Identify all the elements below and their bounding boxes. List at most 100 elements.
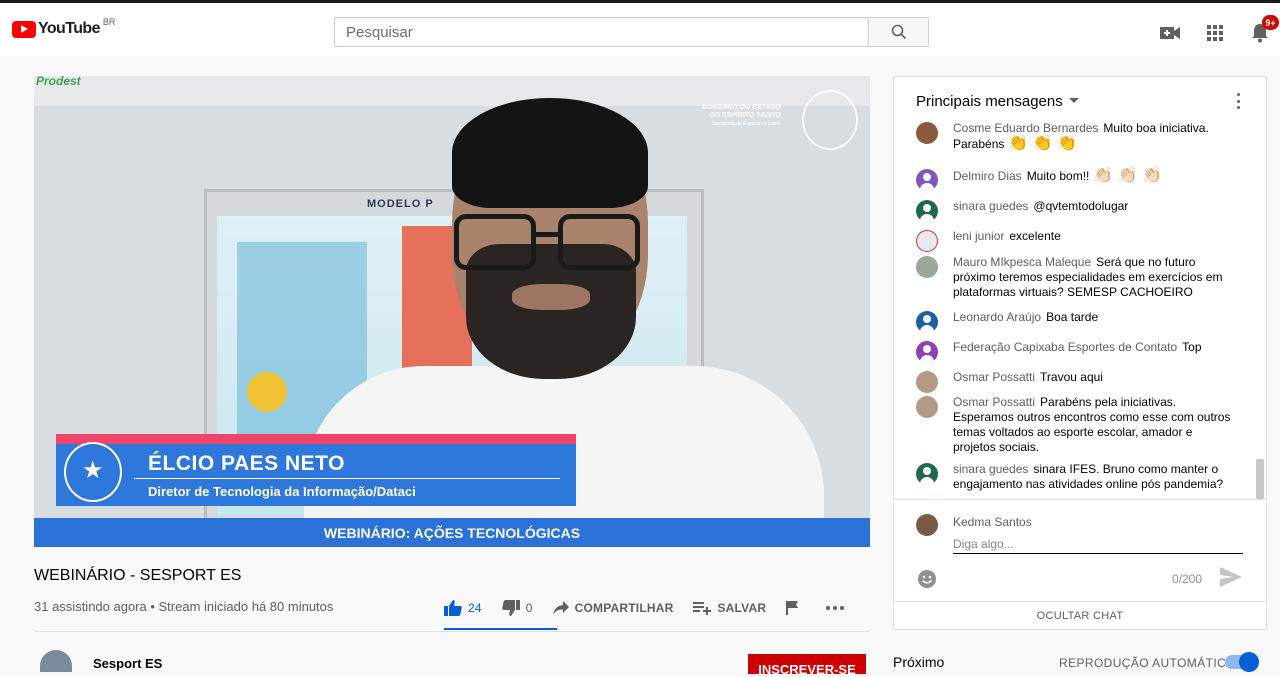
subscribe-button[interactable]: INSCREVER-SE bbox=[748, 654, 866, 677]
chat-mode-selector[interactable]: Principais mensagens bbox=[916, 93, 1063, 110]
chat-avatar[interactable] bbox=[916, 122, 938, 144]
chat-avatar[interactable] bbox=[916, 169, 938, 191]
share-label: COMPARTILHAR bbox=[574, 601, 674, 615]
save-label: SALVAR bbox=[717, 601, 767, 615]
chevron-down-icon[interactable] bbox=[1069, 98, 1079, 103]
chat-text: Boa tarde bbox=[1046, 310, 1099, 324]
create-video-icon[interactable] bbox=[1158, 21, 1182, 45]
hide-chat-button[interactable]: OCULTAR CHAT bbox=[894, 601, 1266, 630]
search-button[interactable] bbox=[868, 17, 929, 47]
chat-message: Delmiro Dias Muito bom!! 👏🏻 👏🏻 👏🏻 bbox=[916, 168, 1233, 191]
sentiment-bar bbox=[444, 628, 557, 630]
chat-avatar[interactable] bbox=[916, 371, 938, 393]
chat-message-input[interactable] bbox=[953, 534, 1243, 554]
speaker-role: Diretor de Tecnologia da Informação/Data… bbox=[148, 484, 416, 499]
share-icon bbox=[552, 601, 569, 615]
share-button[interactable]: COMPARTILHAR bbox=[552, 601, 674, 615]
more-horizontal-icon bbox=[826, 606, 845, 610]
report-flag-button[interactable] bbox=[786, 601, 799, 615]
state-seal-icon bbox=[802, 90, 858, 150]
clapping-hands-icon: 👏 👏 👏 bbox=[1008, 135, 1078, 152]
chat-menu-icon[interactable] bbox=[1232, 91, 1244, 111]
autoplay-label: REPRODUÇÃO AUTOMÁTICA bbox=[1059, 656, 1235, 670]
prodest-logo: Prodest bbox=[36, 76, 81, 88]
poster-title: MODELO P bbox=[367, 198, 434, 210]
masthead: YouTube BR 9+ bbox=[0, 0, 1280, 56]
logo-text: YouTube bbox=[38, 20, 100, 37]
emoji-picker-icon[interactable] bbox=[916, 568, 938, 590]
chat-avatar[interactable] bbox=[916, 341, 938, 363]
chat-message: Leonardo Araújo Boa tarde bbox=[916, 310, 1233, 333]
dislike-button[interactable]: 0 bbox=[501, 600, 533, 616]
channel-avatar[interactable] bbox=[40, 650, 72, 672]
chat-scrollbar[interactable] bbox=[1256, 459, 1264, 499]
chat-author[interactable]: sinara guedes bbox=[953, 462, 1028, 476]
thumbs-up-icon bbox=[444, 600, 462, 616]
chat-author[interactable]: leni junior bbox=[953, 229, 1004, 243]
live-chat: Principais mensagens Cosme Eduardo Berna… bbox=[893, 76, 1267, 630]
search-icon bbox=[891, 24, 906, 40]
search-input[interactable] bbox=[335, 18, 868, 46]
chat-messages: Cosme Eduardo Bernardes Muito boa iniciat… bbox=[894, 117, 1254, 499]
youtube-logo[interactable]: YouTube BR bbox=[12, 17, 116, 38]
chat-message: sinara guedes sinara IFES. Bruno como man… bbox=[916, 462, 1233, 492]
chat-message: Osmar Possatti Travou aqui bbox=[916, 370, 1233, 393]
chat-author[interactable]: Federação Capixaba Esportes de Contato bbox=[953, 340, 1177, 354]
chat-text: Muito bom!! bbox=[1026, 169, 1090, 183]
chat-text: @qvtemtodolugar bbox=[1033, 199, 1129, 213]
chat-author[interactable]: Mauro MIkpesca Maleque bbox=[953, 255, 1091, 269]
chat-avatar[interactable] bbox=[916, 256, 938, 278]
video-actions: 24 0 COMPARTILHAR SALVAR bbox=[444, 594, 864, 622]
video-meta: 31 assistindo agora • Stream iniciado há… bbox=[34, 599, 334, 614]
chat-author[interactable]: Osmar Possatti bbox=[953, 370, 1035, 384]
chat-message: Mauro MIkpesca Maleque Será que no futuro… bbox=[916, 255, 1233, 300]
chat-message: Osmar Possatti Parabéns pela iniciativas.… bbox=[916, 395, 1233, 455]
character-counter: 0/200 bbox=[1172, 572, 1203, 586]
current-user-avatar bbox=[916, 514, 938, 536]
chat-author[interactable]: Delmiro Dias bbox=[953, 169, 1022, 183]
country-code: BR bbox=[102, 17, 116, 27]
playlist-add-icon bbox=[693, 602, 712, 615]
lower-third-accent bbox=[56, 434, 576, 444]
more-actions-button[interactable] bbox=[826, 606, 845, 610]
chat-avatar[interactable] bbox=[916, 396, 938, 418]
chat-message: sinara guedes @qvtemtodolugar bbox=[916, 199, 1233, 222]
up-next-label: Próximo bbox=[893, 654, 945, 670]
chat-text: excelente bbox=[1009, 229, 1061, 243]
chat-author[interactable]: Leonardo Araújo bbox=[953, 310, 1041, 324]
chat-message: leni junior excelente bbox=[916, 229, 1233, 252]
chat-avatar[interactable] bbox=[916, 463, 938, 485]
lower-third-seal-icon bbox=[64, 442, 122, 502]
like-count: 24 bbox=[468, 601, 482, 615]
chat-avatar[interactable] bbox=[916, 311, 938, 333]
video-player[interactable]: Prodest MODELO P GOVERNO DO ESTADO DO ES… bbox=[34, 76, 870, 547]
flag-icon bbox=[786, 601, 799, 615]
save-button[interactable]: SALVAR bbox=[693, 601, 766, 615]
chat-author[interactable]: sinara guedes bbox=[953, 199, 1028, 213]
apps-grid-icon[interactable] bbox=[1203, 21, 1227, 45]
chat-avatar[interactable] bbox=[916, 200, 938, 222]
send-icon[interactable] bbox=[1220, 567, 1244, 591]
current-user-name: Kedma Santos bbox=[953, 515, 1032, 529]
chat-input-area: Kedma Santos 0/200 bbox=[894, 499, 1266, 599]
clapping-hands-icon: 👏🏻 👏🏻 👏🏻 bbox=[1093, 167, 1163, 184]
channel-name[interactable]: Sesport ES bbox=[93, 656, 162, 671]
government-watermark: GOVERNO DO ESTADO DO ESPÍRITO SANTO Secr… bbox=[702, 104, 781, 127]
search-box[interactable] bbox=[334, 17, 869, 47]
chat-author[interactable]: Cosme Eduardo Bernardes bbox=[953, 121, 1098, 135]
webinar-banner: WEBINÁRIO: AÇÕES TECNOLÓGICAS bbox=[34, 518, 870, 547]
video-title: WEBINÁRIO - SESPORT ES bbox=[34, 567, 242, 584]
notification-badge: 9+ bbox=[1262, 15, 1279, 30]
chat-text: Top bbox=[1182, 340, 1202, 354]
speaker bbox=[434, 94, 684, 414]
youtube-play-icon bbox=[12, 20, 36, 38]
chat-avatar[interactable] bbox=[916, 230, 938, 252]
chat-message: Federação Capixaba Esportes de Contato To… bbox=[916, 340, 1233, 363]
dislike-count: 0 bbox=[525, 601, 533, 615]
chat-text: Travou aqui bbox=[1040, 370, 1103, 384]
like-button[interactable]: 24 bbox=[444, 600, 482, 616]
thumbs-down-icon bbox=[501, 600, 520, 616]
chat-author[interactable]: Osmar Possatti bbox=[953, 395, 1035, 409]
autoplay-toggle-knob[interactable] bbox=[1239, 652, 1259, 672]
speaker-name: ÉLCIO PAES NETO bbox=[148, 452, 345, 475]
